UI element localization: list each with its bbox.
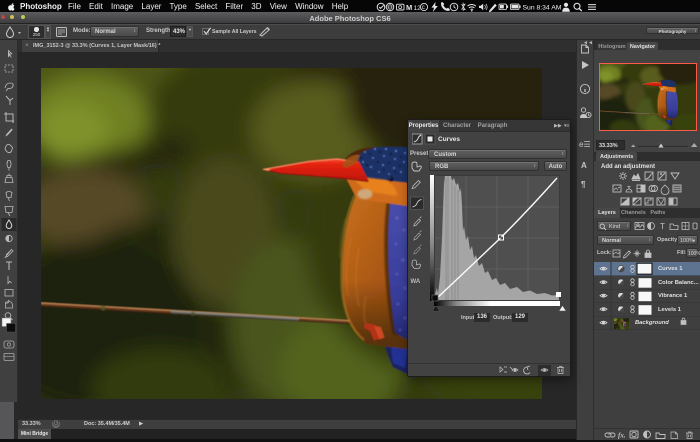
svg-text:fx.: fx. (618, 432, 626, 440)
svg-text:¶: ¶ (581, 180, 586, 189)
svg-text:e☰: e☰ (579, 140, 591, 149)
svg-text:12: 12 (414, 5, 422, 12)
svg-text:c: c (422, 5, 425, 11)
svg-text:A: A (581, 161, 587, 170)
svg-text:WA: WA (411, 279, 421, 285)
svg-text:M: M (406, 3, 412, 12)
svg-text:Sun 8:34 AM: Sun 8:34 AM (523, 5, 562, 12)
svg-text:T: T (660, 222, 665, 231)
